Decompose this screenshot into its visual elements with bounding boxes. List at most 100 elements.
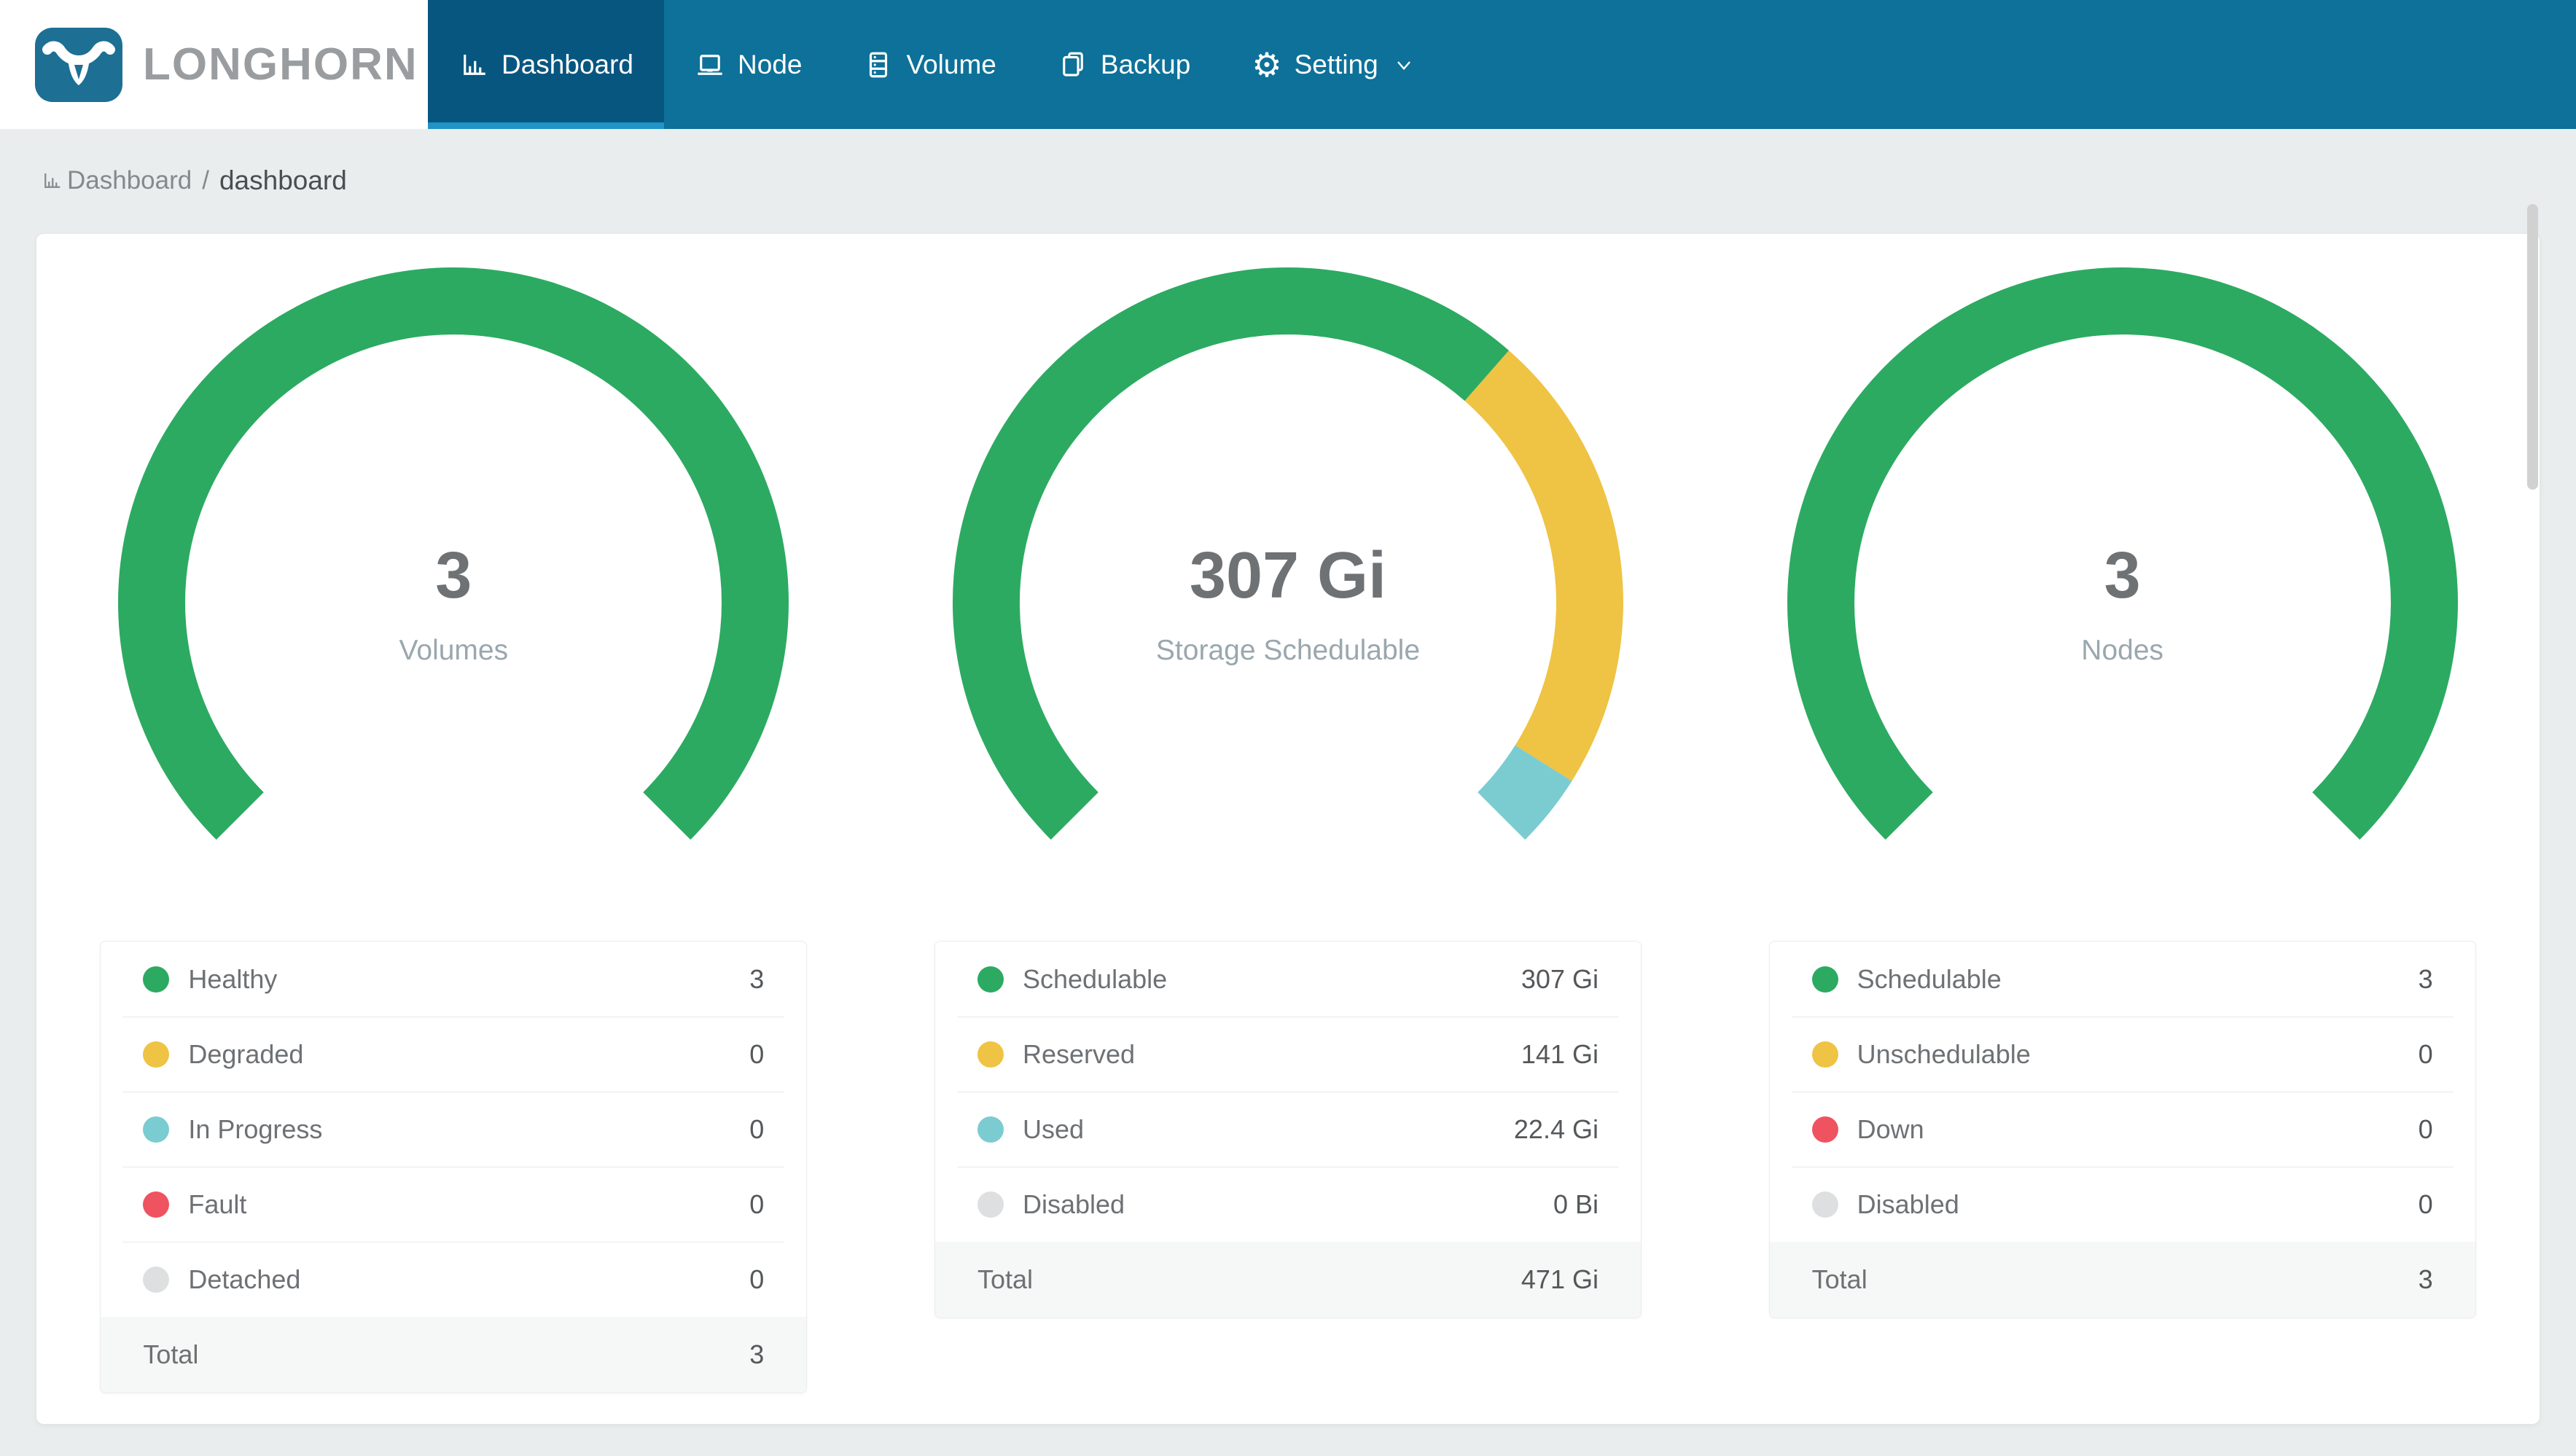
legend-dot [977,1191,1004,1218]
tab-backup[interactable]: Backup [1027,0,1221,129]
legend-row-schedulable: Schedulable 3 [1792,942,2454,1017]
breadcrumb-page: dashboard [219,165,347,195]
legend-label: Healthy [188,963,278,994]
legend-value: 141 Gi [1521,1039,1599,1069]
main-nav: Dashboard Node Volume Backup ⚙ Setting [428,0,1446,129]
legend-value: 0 [749,1189,765,1219]
legend-dot [143,1116,170,1143]
total-label: Total [977,1264,1034,1294]
legend-dot [977,1041,1004,1068]
legend-label: Disabled [1022,1189,1125,1219]
legend-value: 3 [2418,963,2433,994]
tab-dashboard[interactable]: Dashboard [428,0,665,129]
legend-row-down: Down 0 [1791,1092,2454,1167]
breadcrumb-separator: / [202,166,209,195]
legend-row-in-progress: In Progress 0 [122,1092,785,1167]
legend-value: 0 [2418,1189,2433,1219]
brand-wordmark: LONGHORN [143,39,418,90]
legend-total-row: Total 471 Gi [934,1242,1641,1318]
tab-label: Backup [1100,49,1191,79]
breadcrumb-section[interactable]: Dashboard [67,166,192,195]
logo-area: LONGHORN [0,0,428,129]
total-value: 471 Gi [1521,1264,1599,1294]
top-navbar: LONGHORN Dashboard Node Volume Backup ⚙ … [0,0,2576,129]
legend-row-used: Used 22.4 Gi [956,1092,1619,1167]
volumes-legend-table: Healthy 3 Degraded 0 In Progress 0 Fault 0 Detac… [100,941,808,1393]
bar-chart-icon [44,173,61,188]
legend-row-reserved: Reserved 141 Gi [956,1017,1619,1092]
legend-row-detached: Detached 0 [122,1242,785,1317]
legend-row-schedulable: Schedulable 307 Gi [957,942,1619,1017]
dashboard-card: 3 Volumes 307 Gi Storage Schedulable 3 N… [36,234,2540,1424]
legend-dot [143,1267,170,1293]
legend-label: Degraded [188,1039,304,1069]
legend-row-degraded: Degraded 0 [122,1017,785,1092]
volumes-gauge: 3 Volumes [89,260,818,909]
legend-row-healthy: Healthy 3 [122,942,784,1017]
storage-schedulable-label: Storage Schedulable [1155,635,1421,666]
total-value: 3 [2418,1264,2433,1294]
gear-icon: ⚙ [1252,44,1282,85]
legend-dot [1811,1116,1838,1143]
chevron-down-icon [1391,53,1416,77]
legend-value: 22.4 Gi [1513,1114,1599,1144]
legend-dot [1811,966,1838,993]
legend-dot [143,1191,170,1218]
tab-label: Node [738,49,803,79]
tab-label: Dashboard [501,49,634,79]
legend-label: Detached [188,1264,301,1294]
volumes-count: 3 [435,539,472,612]
tab-node[interactable]: Node [664,0,832,129]
storage-gauge: 307 Gi Storage Schedulable [924,260,1652,909]
legend-row-disabled: Disabled 0 [1791,1167,2454,1242]
legend-dot [977,1116,1004,1143]
scrollbar-thumb[interactable] [2527,204,2538,490]
gauge-center-text: 3 Nodes [1758,543,2487,667]
nodes-count: 3 [2104,539,2141,612]
legend-value: 0 [2418,1114,2433,1144]
volumes-label: Volumes [399,635,509,666]
storage-schedulable-value: 307 Gi [1189,539,1387,612]
legend-label: Down [1857,1114,1924,1144]
longhorn-logo-icon [35,27,122,102]
nodes-legend-table: Schedulable 3 Unschedulable 0 Down 0 Disabled 0… [1768,941,2476,1318]
legend-label: Used [1022,1114,1085,1144]
legend-row-unschedulable: Unschedulable 0 [1791,1017,2454,1092]
tab-setting[interactable]: ⚙ Setting [1221,0,1445,129]
nodes-gauge: 3 Nodes [1758,260,2487,909]
gauges-row: 3 Volumes 307 Gi Storage Schedulable 3 N… [36,234,2540,909]
legend-value: 307 Gi [1521,963,1599,994]
total-label: Total [143,1339,199,1369]
legend-dot [143,1041,170,1068]
gauge-center-text: 3 Volumes [89,543,818,667]
bar-chart-icon [464,54,485,75]
legend-value: 0 [2418,1039,2433,1069]
legend-value: 0 [749,1114,765,1144]
total-value: 3 [749,1339,765,1369]
legend-row-fault: Fault 0 [122,1167,785,1242]
tab-label: Setting [1294,49,1378,79]
legend-label: Unschedulable [1857,1039,2031,1069]
nodes-label: Nodes [2081,635,2164,666]
legend-row-disabled: Disabled 0 Bi [956,1167,1619,1242]
legend-label: Disabled [1857,1189,1959,1219]
legend-dot [1811,1191,1838,1218]
legend-label: Schedulable [1022,963,1168,994]
legend-dot [143,966,170,993]
legend-value: 0 Bi [1553,1189,1599,1219]
total-label: Total [1811,1264,1867,1294]
legend-value: 3 [749,963,765,994]
legend-label: Fault [188,1189,247,1219]
tab-volume[interactable]: Volume [832,0,1026,129]
legend-dot [977,966,1004,993]
tab-label: Volume [906,49,996,79]
backup-icon [1063,52,1083,77]
node-icon [698,54,722,75]
legend-total-row: Total 3 [1769,1242,2475,1318]
legend-label: In Progress [188,1114,323,1144]
legend-value: 0 [749,1039,765,1069]
breadcrumb: Dashboard / dashboard [0,129,2576,196]
storage-legend-table: Schedulable 307 Gi Reserved 141 Gi Used 22.4 … [934,941,1642,1318]
legend-dot [1811,1041,1838,1068]
volume-icon [870,52,888,77]
